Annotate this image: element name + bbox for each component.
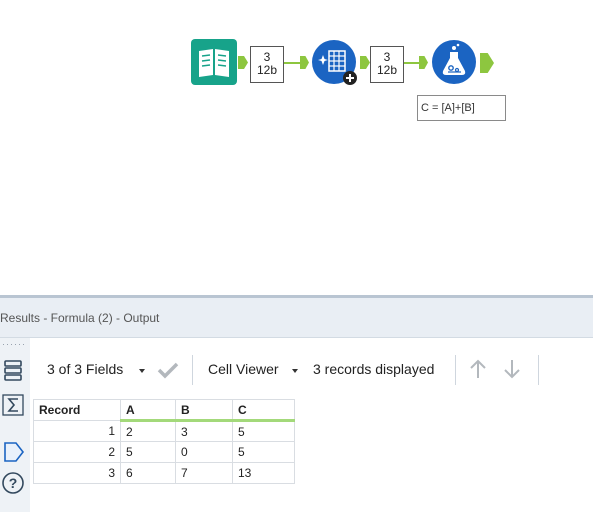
input-anchor[interactable] [300,56,309,69]
svg-text:?: ? [9,475,18,491]
cell[interactable]: 5 [120,441,176,463]
record-cell[interactable]: 2 [33,441,121,463]
arrow-down-icon[interactable] [501,358,523,385]
table-row[interactable]: 3 6 7 13 [33,462,295,484]
arrow-up-icon[interactable] [467,358,489,385]
sample-tool[interactable] [311,39,359,87]
input-data-tool[interactable] [191,39,237,85]
results-side-rail: ······ ? [0,338,30,512]
record-cell[interactable]: 1 [33,420,121,442]
header-row: Record A B C [33,399,295,422]
flask-icon [432,40,476,84]
input-anchor[interactable] [419,56,428,69]
formula-annotation: C = [A]+[B] [417,95,506,121]
chevron-down-icon[interactable] [292,369,298,373]
column-header-a[interactable]: A [120,399,176,422]
fields-selector[interactable]: 3 of 3 Fields [47,361,123,377]
cell[interactable]: 6 [120,462,176,484]
summarize-sigma-icon[interactable] [2,394,24,416]
cell-viewer-selector[interactable]: Cell Viewer [208,361,279,377]
toolbar-divider [192,355,193,385]
cell[interactable]: 5 [232,441,295,463]
record-cell[interactable]: 3 [33,462,121,484]
connection-record-count: 3 12b [250,46,284,83]
book-icon [191,39,237,85]
workflow-canvas[interactable]: 3 12b 3 12b C = [A]+[B] [0,0,593,295]
connection-record-count: 3 12b [370,46,404,83]
results-grid: Record A B C 1 2 3 5 2 5 0 5 3 6 7 13 [33,399,295,484]
drag-grip[interactable]: ······ [2,340,26,349]
records-displayed: 3 records displayed [313,361,435,377]
cell[interactable]: 0 [175,441,233,463]
table-row[interactable]: 2 5 0 5 [33,441,295,463]
column-header-c[interactable]: C [232,399,295,422]
toolbar-divider [455,355,456,385]
output-anchor-icon[interactable] [2,440,25,462]
connection-line[interactable] [404,62,420,64]
results-toolbar: 3 of 3 Fields Cell Viewer 3 records disp… [30,345,593,393]
help-icon[interactable]: ? [2,472,24,494]
results-title: Results - Formula (2) - Output [0,311,160,325]
checkmark-icon[interactable] [157,361,179,384]
table-row[interactable]: 1 2 3 5 [33,420,295,442]
results-header: Results - Formula (2) - Output [0,298,593,338]
data-size: 12b [376,63,398,77]
table-view-icon[interactable] [2,357,24,381]
data-size: 12b [256,63,278,77]
column-header-record[interactable]: Record [33,399,121,421]
cell[interactable]: 2 [120,420,176,442]
toolbar-divider [538,355,539,385]
cell[interactable]: 7 [175,462,233,484]
output-anchor[interactable] [238,56,248,69]
cell[interactable]: 13 [232,462,295,484]
chevron-down-icon[interactable] [139,369,145,373]
cell[interactable]: 5 [232,420,295,442]
column-header-b[interactable]: B [175,399,233,422]
grid-sparkle-icon [312,40,357,85]
formula-tool[interactable] [430,39,478,87]
cell[interactable]: 3 [175,420,233,442]
connection-line[interactable] [284,62,302,64]
output-anchor[interactable] [360,56,370,69]
output-anchor[interactable] [480,53,494,73]
